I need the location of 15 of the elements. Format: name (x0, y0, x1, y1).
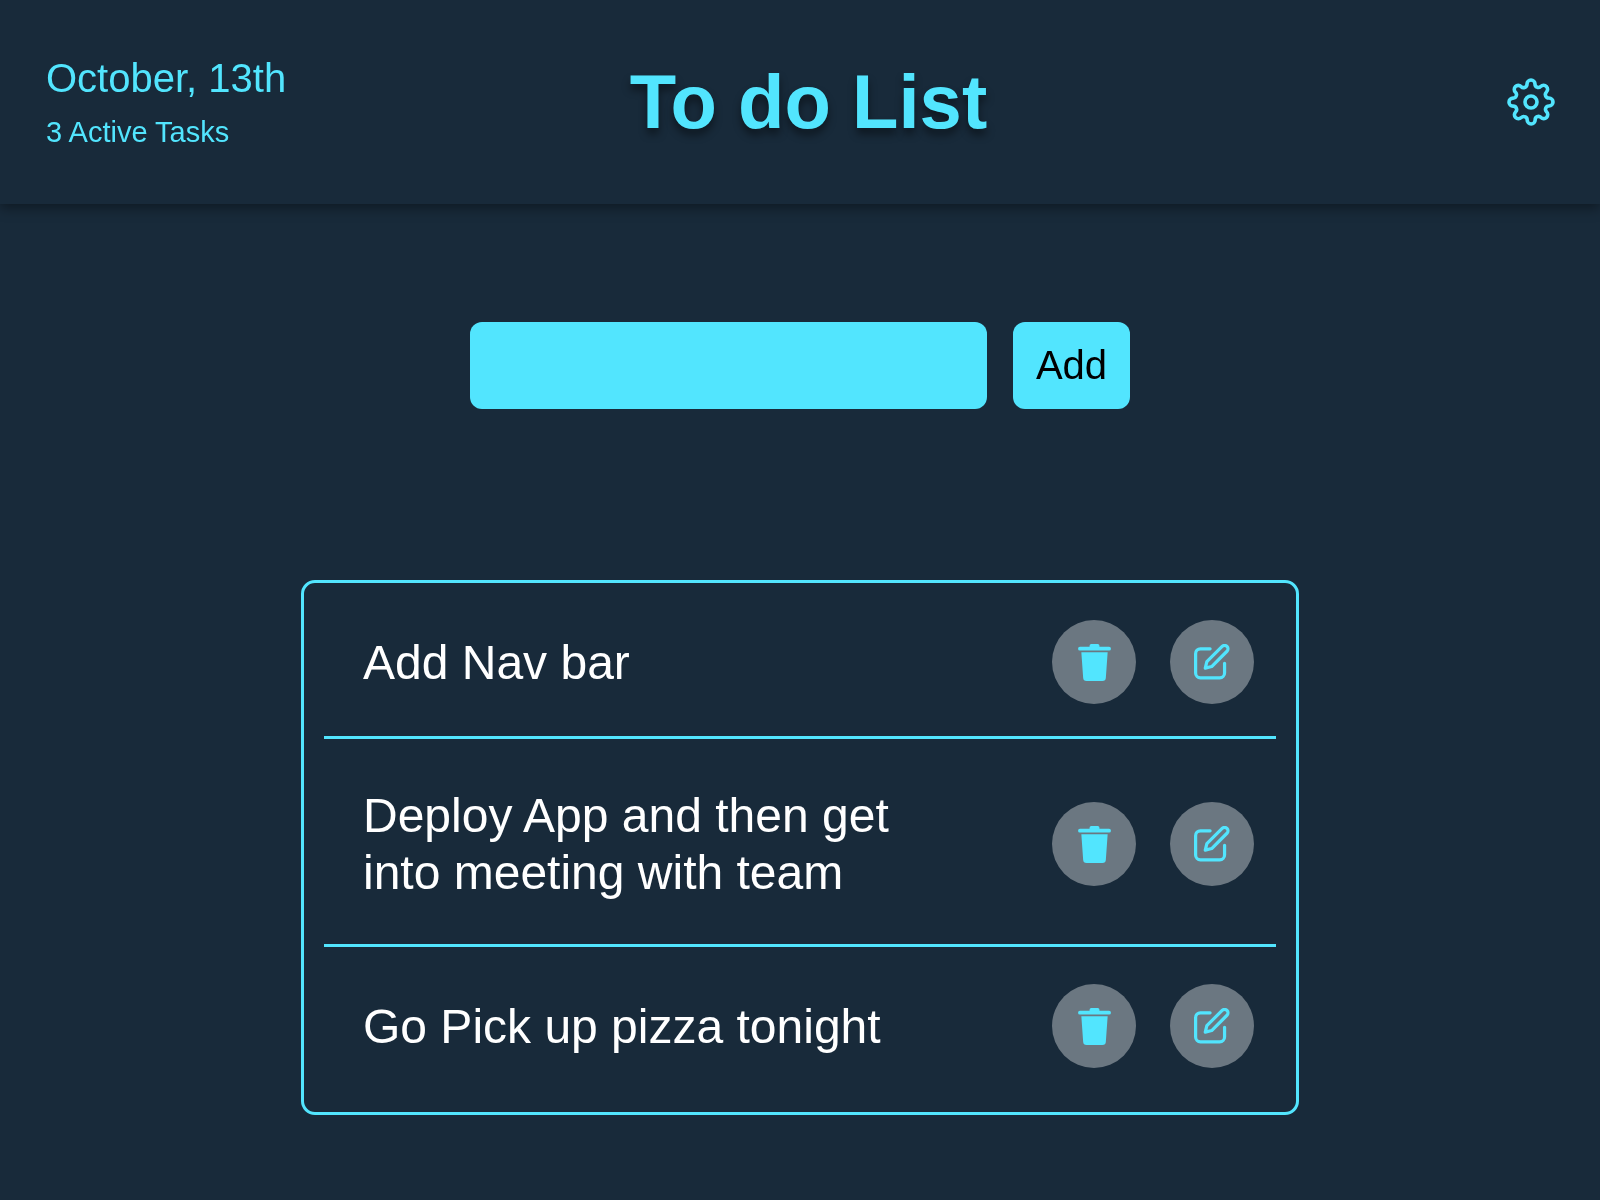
app-title: To do List (629, 58, 988, 146)
task-input[interactable] (470, 322, 987, 409)
settings-icon[interactable] (1507, 78, 1555, 126)
task-text: Deploy App and then get into meeting with team (363, 788, 890, 901)
add-button[interactable]: Add (1013, 322, 1130, 409)
trash-icon (1077, 643, 1111, 681)
task-text: Add Nav bar (363, 634, 630, 691)
date-label: October, 13th (46, 55, 287, 101)
trash-icon (1077, 825, 1111, 863)
edit-icon (1193, 643, 1231, 681)
edit-icon (1193, 825, 1231, 863)
edit-icon (1193, 1007, 1231, 1045)
active-tasks-count: 3 Active Tasks (46, 115, 230, 149)
task-text: Go Pick up pizza tonight (363, 998, 881, 1055)
trash-icon (1077, 1007, 1111, 1045)
